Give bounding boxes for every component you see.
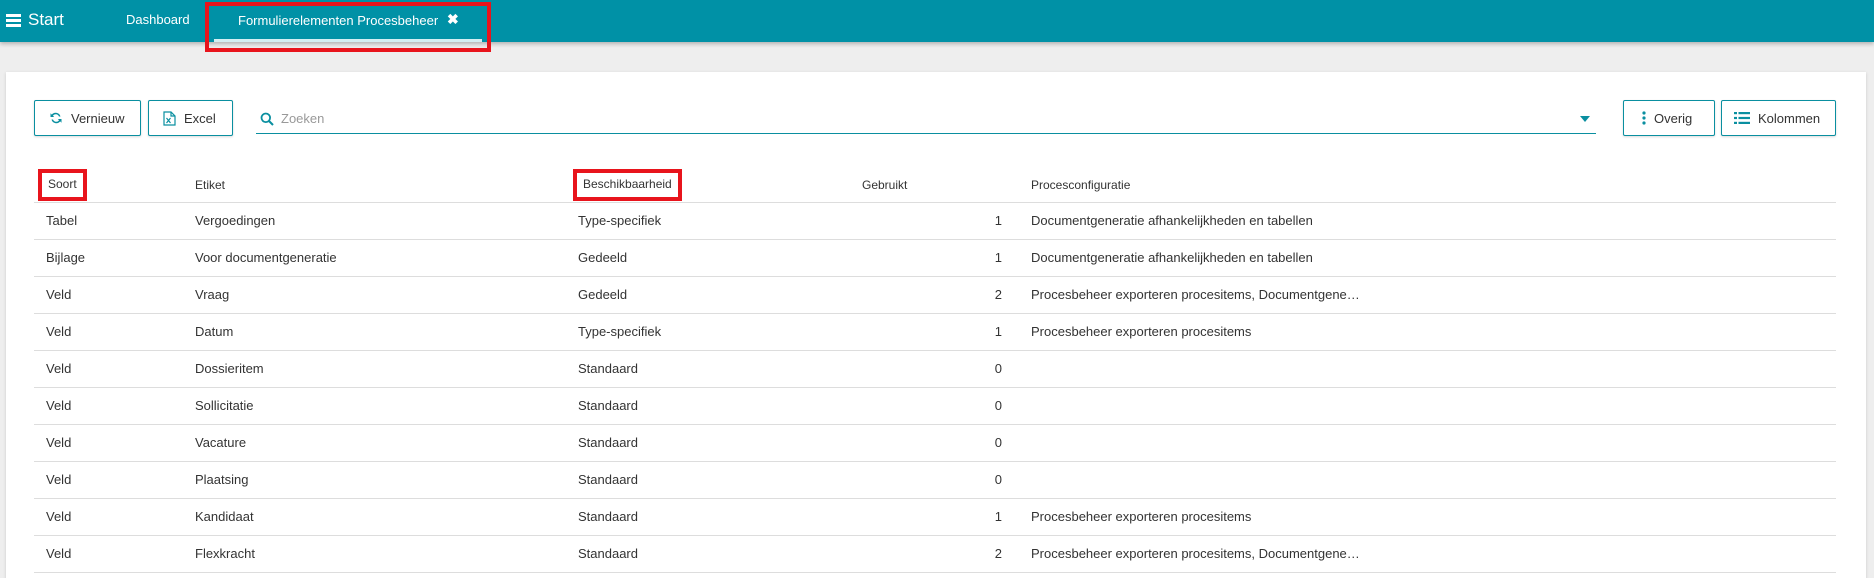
cell-procesconfiguratie: Procesbeheer exporteren procesitems xyxy=(1031,509,1252,524)
kolommen-button[interactable]: Kolommen xyxy=(1721,100,1836,136)
cell-beschikbaarheid: Standaard xyxy=(578,509,638,524)
cell-gebruikt: 1 xyxy=(994,250,1002,265)
cell-etiket: Flexkracht xyxy=(195,546,255,561)
chevron-down-icon[interactable] xyxy=(1580,115,1590,122)
cell-beschikbaarheid: Standaard xyxy=(578,435,638,450)
table-row[interactable]: Tabel Vergoedingen Type-specifiek 1 Docu… xyxy=(34,203,1836,240)
cell-soort: Veld xyxy=(46,398,72,413)
cell-etiket: Dossieritem xyxy=(195,361,264,376)
cell-etiket: Vergoedingen xyxy=(195,213,276,228)
cell-soort: Veld xyxy=(46,361,72,376)
table-header: Soort Etiket Beschikbaarheid Gebruikt Pr… xyxy=(34,168,1836,203)
table-row[interactable]: Veld Plaatsing Standaard 0 xyxy=(34,462,1836,499)
table-row[interactable]: Veld Flexkracht Standaard 2 Procesbeheer… xyxy=(34,536,1836,573)
hamburger-icon xyxy=(6,14,21,27)
cell-gebruikt: 2 xyxy=(994,546,1002,561)
column-header-etiket[interactable]: Etiket xyxy=(195,168,565,202)
cell-etiket: Kandidaat xyxy=(195,509,254,524)
cell-beschikbaarheid: Gedeeld xyxy=(578,287,628,302)
cell-gebruikt: 1 xyxy=(994,213,1002,228)
cell-soort: Tabel xyxy=(46,213,78,228)
cell-etiket: Vraag xyxy=(195,287,230,302)
cell-procesconfiguratie xyxy=(1031,351,1361,387)
cell-beschikbaarheid: Standaard xyxy=(578,361,638,376)
cell-procesconfiguratie xyxy=(1031,462,1361,498)
cell-etiket: Datum xyxy=(195,324,234,339)
table-row[interactable]: Bijlage Voor documentgeneratie Gedeeld 1… xyxy=(34,240,1836,277)
cell-soort: Bijlage xyxy=(46,250,86,265)
content-card: Vernieuw Excel Overig Kolommen Soort Eti… xyxy=(6,72,1866,578)
table-row[interactable]: Veld Dossieritem Standaard 0 xyxy=(34,351,1836,388)
top-navigation-bar: Start Dashboard Formulierelementen Proce… xyxy=(0,0,1874,52)
table-row[interactable]: Veld Vacature Standaard 0 xyxy=(34,425,1836,462)
excel-file-icon xyxy=(163,110,176,126)
cell-beschikbaarheid: Gedeeld xyxy=(578,250,628,265)
cell-procesconfiguratie: Documentgeneratie afhankelijkheden en ta… xyxy=(1031,250,1313,265)
column-header-procesconfiguratie[interactable]: Procesconfiguratie xyxy=(1031,168,1361,202)
kolommen-label: Kolommen xyxy=(1758,110,1821,126)
cell-etiket: Voor documentgeneratie xyxy=(195,250,337,265)
table-row[interactable]: Veld Kandidaat Standaard 1 Procesbeheer … xyxy=(34,499,1836,536)
cell-procesconfiguratie: Procesbeheer exporteren procesitems, Doc… xyxy=(1031,546,1361,561)
excel-label: Excel xyxy=(184,110,216,126)
cell-soort: Veld xyxy=(46,546,72,561)
cell-beschikbaarheid: Type-specifiek xyxy=(578,213,662,228)
cell-soort: Veld xyxy=(46,324,72,339)
cell-procesconfiguratie xyxy=(1031,388,1361,424)
cell-gebruikt: 0 xyxy=(994,435,1002,450)
search-input[interactable] xyxy=(281,111,1580,126)
table-row[interactable]: Veld Vraag Gedeeld 2 Procesbeheer export… xyxy=(34,277,1836,314)
cell-gebruikt: 0 xyxy=(994,361,1002,376)
cell-beschikbaarheid: Standaard xyxy=(578,546,638,561)
vernieuw-label: Vernieuw xyxy=(71,110,125,126)
cell-procesconfiguratie: Documentgeneratie afhankelijkheden en ta… xyxy=(1031,213,1313,228)
tab-dashboard[interactable]: Dashboard xyxy=(126,12,190,27)
cell-procesconfiguratie xyxy=(1031,425,1361,461)
cell-etiket: Plaatsing xyxy=(195,472,249,487)
list-icon xyxy=(1734,112,1750,124)
cell-soort: Veld xyxy=(46,435,72,450)
cell-soort: Veld xyxy=(46,472,72,487)
overig-button[interactable]: Overig xyxy=(1623,100,1715,136)
cell-etiket: Sollicitatie xyxy=(195,398,254,413)
column-header-soort[interactable]: Soort xyxy=(38,169,87,201)
search-icon xyxy=(260,112,274,126)
cell-beschikbaarheid: Standaard xyxy=(578,398,638,413)
cell-etiket: Vacature xyxy=(195,435,247,450)
cell-procesconfiguratie: Procesbeheer exporteren procesitems xyxy=(1031,324,1252,339)
table-row[interactable]: Veld Sollicitatie Standaard 0 xyxy=(34,388,1836,425)
cell-procesconfiguratie: Procesbeheer exporteren procesitems, Doc… xyxy=(1031,287,1361,302)
refresh-icon xyxy=(49,111,63,125)
vernieuw-button[interactable]: Vernieuw xyxy=(34,100,141,136)
cell-soort: Veld xyxy=(46,287,72,302)
start-label: Start xyxy=(28,10,64,29)
cell-gebruikt: 2 xyxy=(994,287,1002,302)
search-bar xyxy=(256,104,1596,134)
cell-beschikbaarheid: Type-specifiek xyxy=(578,324,662,339)
cell-gebruikt: 0 xyxy=(994,398,1002,413)
data-table: Soort Etiket Beschikbaarheid Gebruikt Pr… xyxy=(34,168,1836,573)
cell-soort: Veld xyxy=(46,509,72,524)
more-vertical-icon xyxy=(1642,111,1646,125)
main-menu-button[interactable]: Start xyxy=(6,9,64,31)
cell-gebruikt: 1 xyxy=(994,509,1002,524)
table-row[interactable]: Veld Datum Type-specifiek 1 Procesbeheer… xyxy=(34,314,1836,351)
cell-gebruikt: 1 xyxy=(994,324,1002,339)
excel-button[interactable]: Excel xyxy=(148,100,233,136)
column-header-gebruikt[interactable]: Gebruikt xyxy=(862,168,907,202)
column-header-beschikbaarheid[interactable]: Beschikbaarheid xyxy=(573,169,682,201)
highlight-box xyxy=(205,2,491,52)
cell-beschikbaarheid: Standaard xyxy=(578,472,638,487)
overig-label: Overig xyxy=(1654,110,1693,126)
cell-gebruikt: 0 xyxy=(994,472,1002,487)
